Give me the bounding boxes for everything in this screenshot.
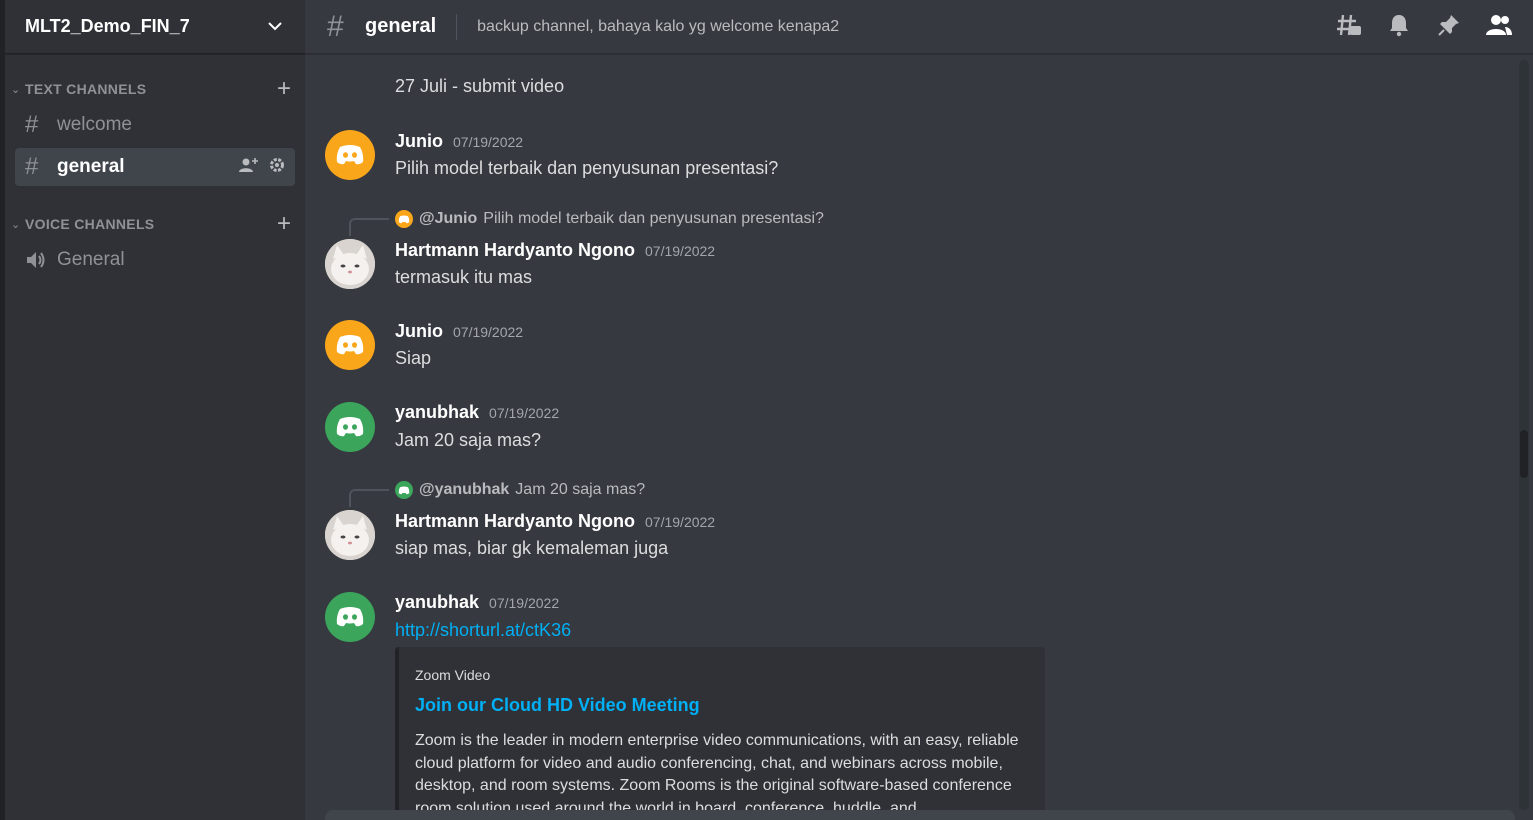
timestamp: 07/19/2022 xyxy=(453,324,524,340)
username[interactable]: yanubhak xyxy=(395,402,479,423)
server-header[interactable]: MLT2_Demo_FIN_7 xyxy=(5,0,305,54)
caret-down-icon: ⌄ xyxy=(11,83,21,96)
channel-label: general xyxy=(57,156,125,177)
avatar[interactable] xyxy=(325,510,375,560)
reply-username: @Junio xyxy=(419,210,478,227)
channel-label: General xyxy=(57,249,125,270)
embed-provider[interactable]: Zoom Video xyxy=(415,667,1029,683)
reply-preview[interactable]: @Junio Pilih model terbaik dan penyusuna… xyxy=(395,210,824,228)
message-text: termasuk itu mas xyxy=(395,267,533,287)
add-channel-icon[interactable]: + xyxy=(277,77,291,101)
header-divider xyxy=(456,13,458,40)
message-header: Junio 07/19/2022 xyxy=(395,321,523,342)
avatar[interactable] xyxy=(325,130,375,180)
avatar[interactable] xyxy=(325,592,375,642)
channel-label: welcome xyxy=(57,114,132,135)
message-header: yanubhak 07/19/2022 xyxy=(395,402,559,423)
category-text-channels[interactable]: ⌄ TEXT CHANNELS + xyxy=(5,77,305,101)
message-input-edge[interactable] xyxy=(325,810,1515,820)
speaker-icon xyxy=(25,250,51,270)
username[interactable]: Hartmann Hardyanto Ngono xyxy=(395,240,635,261)
channel-topic[interactable]: backup channel, bahaya kalo yg welcome k… xyxy=(477,18,839,36)
hash-icon: # xyxy=(25,153,39,180)
message-header: Junio 07/19/2022 xyxy=(395,131,523,152)
reply-connector xyxy=(349,218,389,236)
invite-icon[interactable] xyxy=(239,157,259,178)
discord-logo-icon xyxy=(395,210,413,228)
message-text: 27 Juli - submit video xyxy=(395,76,565,96)
channel-general[interactable]: # general xyxy=(15,148,295,186)
category-label: TEXT CHANNELS xyxy=(25,81,147,97)
message-text: siap mas, biar gk kemaleman juga xyxy=(395,538,669,558)
timestamp: 07/19/2022 xyxy=(489,405,560,421)
reply-preview[interactable]: @yanubhak Jam 20 saja mas? xyxy=(395,481,645,499)
reply-text: Pilih model terbaik dan penyusunan prese… xyxy=(483,210,824,227)
channel-header: # general backup channel, bahaya kalo yg… xyxy=(305,0,1533,54)
timestamp: 07/19/2022 xyxy=(453,134,524,150)
pin-icon[interactable] xyxy=(1435,11,1463,39)
message-list[interactable]: 27 Juli - submit video Junio 07/19/2022 … xyxy=(305,55,1515,820)
add-channel-icon[interactable]: + xyxy=(277,212,291,236)
embed-title[interactable]: Join our Cloud HD Video Meeting xyxy=(415,695,1029,716)
caret-down-icon: ⌄ xyxy=(11,218,21,231)
scrollbar-thumb[interactable] xyxy=(1520,430,1528,478)
timestamp: 07/19/2022 xyxy=(645,514,716,530)
reply-text: Jam 20 saja mas? xyxy=(515,481,646,498)
reply-connector xyxy=(349,489,389,507)
username[interactable]: Junio xyxy=(395,131,443,152)
link-embed: Zoom Video Join our Cloud HD Video Meeti… xyxy=(395,647,1045,820)
voice-channel-general[interactable]: General xyxy=(15,241,295,279)
embed-description: Zoom is the leader in modern enterprise … xyxy=(415,732,1019,817)
username[interactable]: yanubhak xyxy=(395,592,479,613)
hash-icon: # xyxy=(327,9,344,43)
channel-welcome[interactable]: # welcome xyxy=(15,106,295,144)
discord-logo-icon xyxy=(395,481,413,499)
category-voice-channels[interactable]: ⌄ VOICE CHANNELS + xyxy=(5,212,305,236)
members-icon[interactable] xyxy=(1485,11,1513,39)
message-link[interactable]: http://shorturl.at/ctK36 xyxy=(395,620,571,641)
username[interactable]: Junio xyxy=(395,321,443,342)
message-text: Jam 20 saja mas? xyxy=(395,430,542,450)
message-text: Siap xyxy=(395,348,432,368)
username[interactable]: Hartmann Hardyanto Ngono xyxy=(395,511,635,532)
reply-username: @yanubhak xyxy=(419,481,510,498)
category-label: VOICE CHANNELS xyxy=(25,216,155,232)
message-header: yanubhak 07/19/2022 xyxy=(395,592,559,613)
message-text: Pilih model terbaik dan penyusunan prese… xyxy=(395,158,779,178)
avatar[interactable] xyxy=(325,402,375,452)
message-header: Hartmann Hardyanto Ngono 07/19/2022 xyxy=(395,240,715,261)
channel-title: general xyxy=(365,15,437,37)
scrollbar[interactable] xyxy=(1519,60,1529,810)
avatar[interactable] xyxy=(325,320,375,370)
chevron-down-icon[interactable] xyxy=(265,17,285,37)
avatar[interactable] xyxy=(325,239,375,289)
hash-icon: # xyxy=(25,111,39,138)
timestamp: 07/19/2022 xyxy=(645,243,716,259)
threads-icon[interactable] xyxy=(1335,11,1363,39)
bell-icon[interactable] xyxy=(1385,11,1413,39)
channel-sidebar: MLT2_Demo_FIN_7 ⌄ TEXT CHANNELS + # welc… xyxy=(5,0,305,820)
gear-icon[interactable] xyxy=(269,157,285,178)
timestamp: 07/19/2022 xyxy=(489,595,560,611)
server-name: MLT2_Demo_FIN_7 xyxy=(25,16,190,36)
message-header: Hartmann Hardyanto Ngono 07/19/2022 xyxy=(395,511,715,532)
